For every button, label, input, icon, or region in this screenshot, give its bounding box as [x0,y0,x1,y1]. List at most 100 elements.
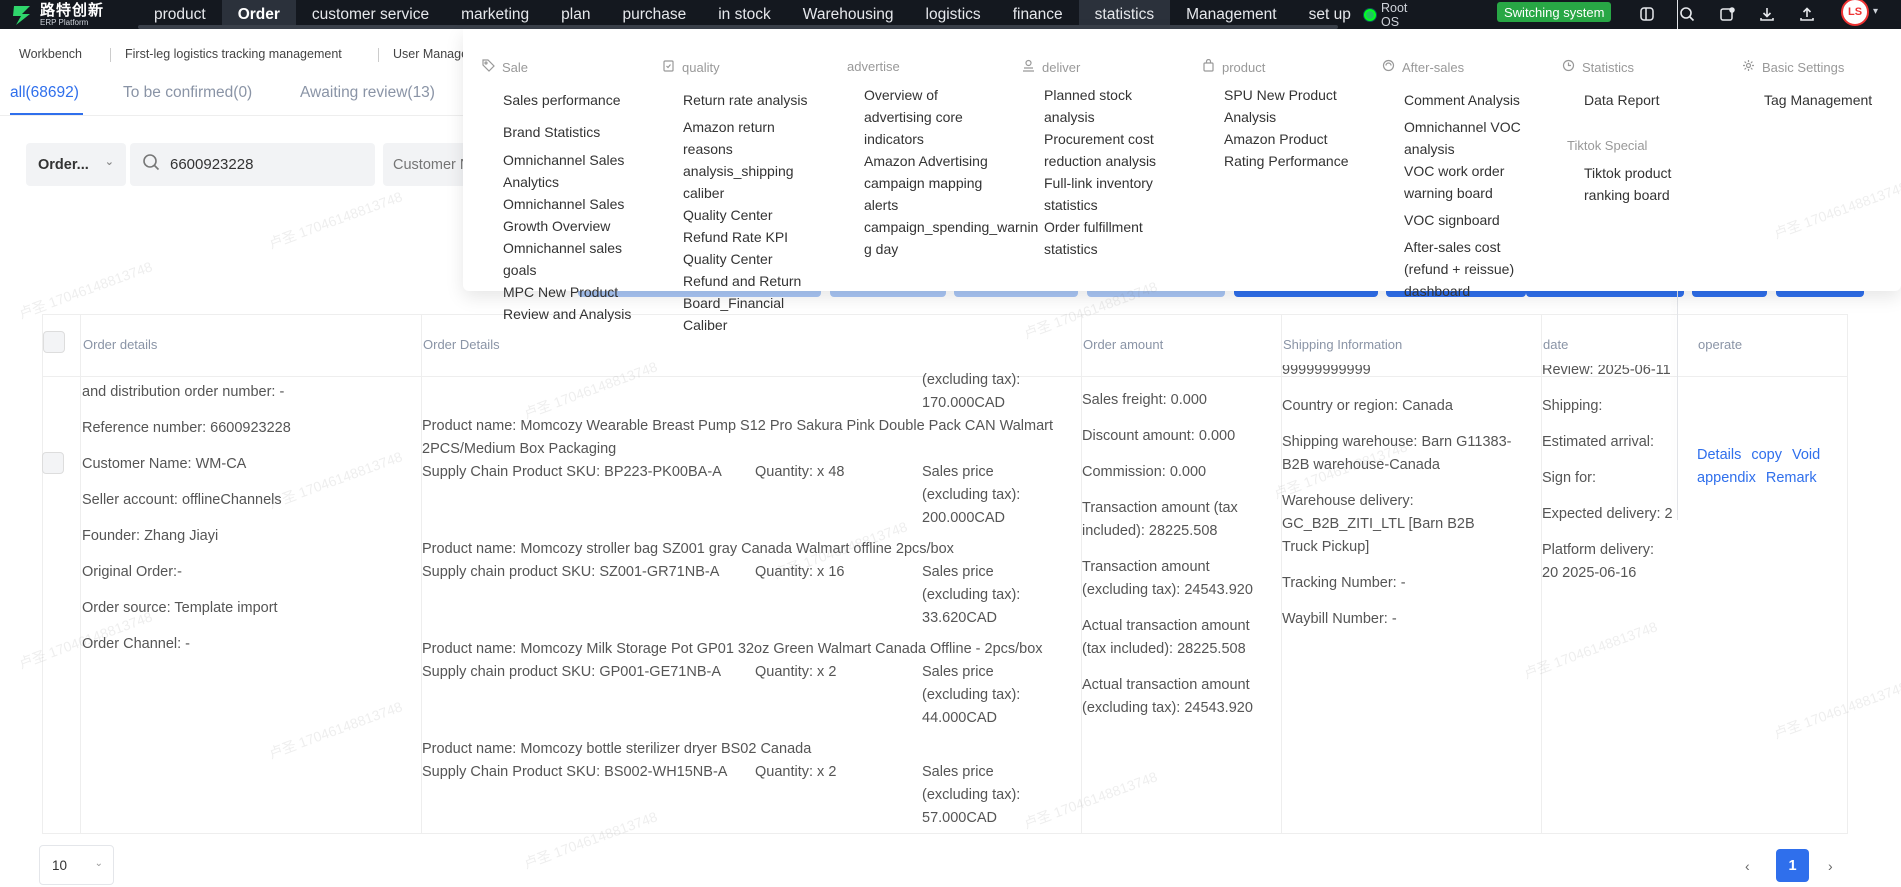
warehouse-delivery: Warehouse delivery: GC_B2B_ZITI_LTL [Bar… [1282,493,1475,555]
dropdown-item[interactable]: Overview of advertising core indicators [864,84,989,150]
current-page-button[interactable]: 1 [1776,849,1809,882]
breadcrumb-tab-first-leg-logistics[interactable]: First-leg logistics tracking management [125,47,342,61]
dropdown-section-quality: quality [661,59,720,75]
logo-title: 路特创新 [40,1,105,19]
switching-system-button[interactable]: Switching system [1497,2,1612,22]
original-order: Original Order:- [82,564,182,580]
search-field-select[interactable]: Order... ⌄ [26,143,126,186]
dropdown-item[interactable]: SPU New Product Analysis [1224,84,1354,128]
product-name: Product name: Momcozy stroller bag SZ001… [422,541,954,557]
tab-to-be-confirmed[interactable]: To be confirmed(0) [123,84,252,102]
review-date: Review: 2025-06-11 [1542,365,1671,378]
search-field-select-value: Order... [38,156,89,173]
commission: Commission: 0.000 [1082,464,1207,480]
dropdown-item[interactable]: Sales performance [503,89,653,111]
sign-for: Sign for: [1542,470,1596,486]
search-box[interactable] [130,143,375,186]
seller-account: Seller account: offlineChannels [82,492,282,508]
dropdown-item[interactable]: Quality Center [683,204,823,226]
dropdown-item[interactable]: Tiktok product ranking board [1584,162,1699,206]
breadcrumb-divider [378,48,379,62]
dropdown-item[interactable]: Comment Analysis [1404,89,1544,111]
dropdown-item[interactable]: MPC New Product Review and Analysis [503,281,643,325]
dropdown-item[interactable]: Return rate analysis [683,89,843,111]
country-region: Country or region: Canada [1282,398,1453,414]
section-title: Sale [502,59,529,75]
copy-link[interactable]: copy [1751,447,1782,463]
void-link[interactable]: Void [1792,447,1820,463]
tag-icon [481,59,495,75]
dropdown-item[interactable]: Quality Center [683,248,823,270]
dropdown-item[interactable]: Omnichannel Sales Analytics [503,149,643,193]
appendix-link[interactable]: appendix [1697,470,1756,486]
order-channel: Order Channel: - [82,636,190,652]
details-link[interactable]: Details [1697,447,1741,463]
tab-all[interactable]: all(68692) [10,84,79,102]
dropdown-item[interactable]: Amazon Advertising campaign mapping aler… [864,150,999,216]
dropdown-item[interactable]: VOC work order warning board [1404,160,1524,204]
root-os-label: Root OS [1381,0,1408,29]
dropdown-item[interactable]: VOC signboard [1404,209,1534,231]
user-avatar[interactable]: LS [1841,0,1869,26]
next-page-button[interactable]: › [1828,858,1833,874]
dropdown-item[interactable]: Omnichannel VOC analysis [1404,116,1529,160]
header-shipping-information: Shipping Information [1283,337,1403,352]
tracking-number: Tracking Number: - [1282,575,1406,591]
dropdown-item[interactable]: Amazon return reasons analysis_shipping … [683,116,808,204]
logo-subtitle: ERP Platform [40,17,89,27]
expected-delivery: Expected delivery: 2 [1542,506,1673,522]
prev-page-button[interactable]: ‹ [1745,858,1750,874]
product-name: Product name: Momcozy Milk Storage Pot G… [422,641,1043,657]
dropdown-item[interactable]: Refund and Return Board_Financial Calibe… [683,270,808,336]
section-title: Statistics [1582,59,1635,75]
dropdown-item[interactable]: Brand Statistics [503,121,653,143]
product-quantity: Quantity: x 16 [755,564,845,580]
dropdown-item[interactable]: After-sales cost (refund + reissue) dash… [1404,236,1529,302]
dropdown-item[interactable]: Order fulfillment statistics [1044,216,1169,260]
search-input[interactable] [170,156,350,173]
dropdown-section-sale: Sale [481,59,528,75]
row-checkbox[interactable] [42,452,64,474]
dropdown-item[interactable]: Refund Rate KPI [683,226,823,248]
dropdown-item[interactable]: Tag Management [1764,89,1894,111]
product-price: Sales price (excluding tax): 200.000CAD [922,464,1021,526]
avatar-chevron-down-icon[interactable]: ▾ [1873,6,1878,17]
top-product-price: (excluding tax): 170.000CAD [922,372,1021,411]
dropdown-item[interactable]: Full-link inventory statistics [1044,172,1169,216]
top-navigation-bar: 路特创新 ERP Platform product Order customer… [0,0,1901,29]
select-all-checkbox[interactable] [43,331,65,353]
header-product-details: Order Details [423,337,500,352]
brand-logo[interactable]: 路特创新 ERP Platform [10,0,104,29]
search-icon[interactable] [1677,4,1697,24]
root-os-indicator[interactable]: Root OS [1364,0,1411,29]
layout-icon[interactable] [1637,4,1657,24]
section-title: product [1222,59,1266,75]
shipping-info-cell: 99999999999 Country or region: Canada Sh… [1282,365,1512,631]
dropdown-item[interactable]: Planned stock analysis [1044,84,1169,128]
page-size-select[interactable]: 10 ⌄ [39,845,114,885]
dropdown-section-statistics: Statistics [1561,59,1634,75]
remark-link[interactable]: Remark [1766,470,1817,486]
dropdown-item[interactable]: Amazon Product Rating Performance [1224,128,1359,172]
dropdown-item[interactable]: campaign_spending_warning day [864,216,1044,260]
product-price: Sales price (excluding tax): 33.620CAD [922,564,1021,626]
chevron-down-icon: ⌄ [104,156,114,168]
mail-icon[interactable] [1717,4,1737,24]
breadcrumb-tab-workbench[interactable]: Workbench [19,47,82,61]
breadcrumb-tab-user-manage[interactable]: User Manage [393,47,468,61]
dropdown-item[interactable]: Procurement cost reduction analysis [1044,128,1169,172]
dropdown-subsection-tiktok: Tiktok Special [1567,138,1648,153]
product-sku: Supply Chain Product SKU: BS002-WH15NB-A [422,764,728,780]
delivery-icon [1021,59,1035,75]
dropdown-section-basic-settings: Basic Settings [1741,59,1844,75]
dropdown-item[interactable]: Data Report [1584,89,1724,111]
download-icon[interactable] [1757,4,1777,24]
platform-delivery: Platform delivery: 20 2025-06-16 [1542,542,1655,581]
header-operate: operate [1698,337,1743,352]
gear-icon [1741,59,1755,75]
dropdown-item[interactable]: Omnichannel sales goals [503,237,643,281]
upload-icon[interactable] [1797,4,1817,24]
bag-icon [1201,58,1215,75]
tab-awaiting-review[interactable]: Awaiting review(13) [300,84,435,102]
dropdown-item[interactable]: Omnichannel Sales Growth Overview [503,193,643,237]
